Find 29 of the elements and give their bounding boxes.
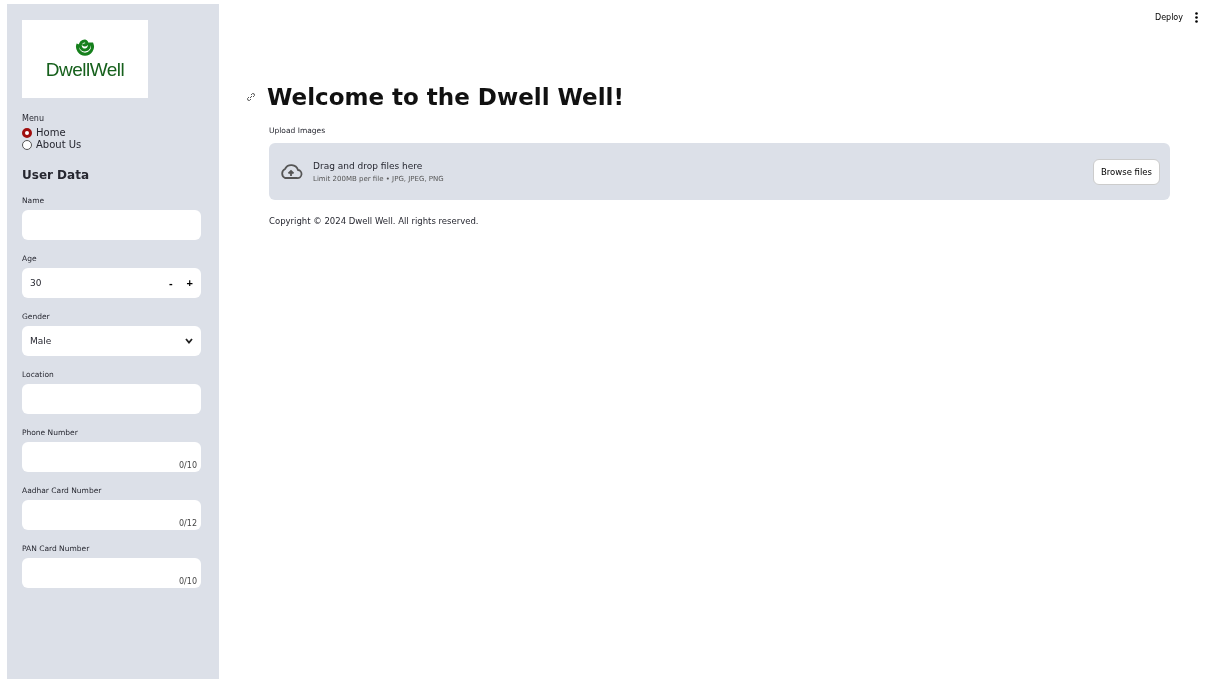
chevron-down-icon [185, 338, 193, 344]
text-input[interactable] [22, 210, 201, 240]
cloud-upload-icon [279, 163, 303, 180]
number-input[interactable]: 30 - + [22, 268, 201, 298]
logo-text: DwellWell [45, 58, 125, 81]
browse-files-button[interactable]: Browse files [1092, 158, 1160, 185]
text-input[interactable]: 0/10 [22, 442, 201, 472]
character-counter: 0/10 [179, 577, 197, 586]
deploy-button[interactable]: Deploy [1155, 13, 1183, 22]
more-menu-icon[interactable] [1195, 12, 1198, 23]
radio-option[interactable]: Home [22, 127, 201, 138]
text-input[interactable] [22, 384, 201, 414]
decrement-button[interactable]: - [168, 277, 173, 289]
character-counter: 0/12 [179, 519, 197, 528]
text-input[interactable]: 0/10 [22, 558, 201, 588]
section-heading: User Data [22, 168, 90, 182]
swirl-logo-icon [75, 37, 95, 57]
radio-option[interactable]: About Us [22, 139, 201, 150]
copyright-text: Copyright © 2024 Dwell Well. All rights reserved. [269, 216, 480, 226]
menu-label: Menu [22, 114, 45, 123]
dropdown-select[interactable]: Male [22, 326, 201, 356]
dropzone-instruction: Drag and drop files here [313, 160, 424, 171]
select-value: Male [30, 336, 53, 346]
character-counter: 0/10 [179, 461, 197, 470]
link-icon[interactable] [245, 91, 257, 103]
text-input[interactable]: 0/12 [22, 500, 201, 530]
input-value: 30 [30, 278, 43, 288]
page-title: Welcome to the Dwell Well! [267, 84, 624, 110]
increment-button[interactable]: + [186, 277, 193, 289]
